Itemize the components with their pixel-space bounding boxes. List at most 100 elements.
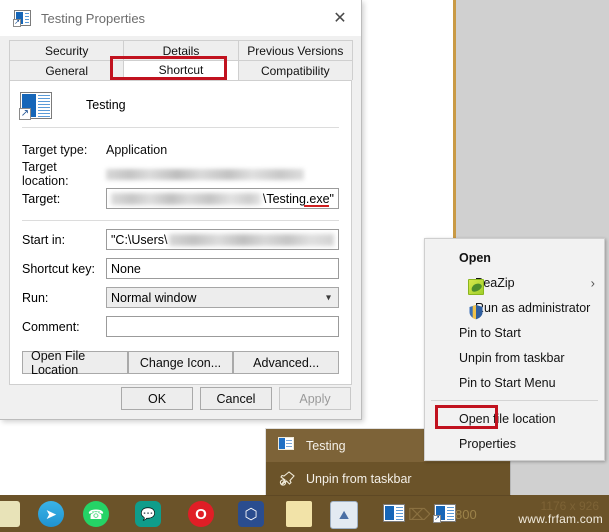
ghost-overlay-plot-icon: ⌦ bbox=[408, 507, 431, 524]
dialog-footer-buttons: OK Cancel Apply bbox=[121, 387, 351, 410]
whatsapp-icon: ☎ bbox=[83, 501, 109, 527]
tab-label: Previous Versions bbox=[247, 43, 344, 58]
context-menu-separator bbox=[431, 400, 598, 401]
taskbar-icon-app-partial[interactable] bbox=[0, 501, 20, 527]
target-type-label: Target type: bbox=[22, 143, 88, 157]
field-start-in: Start in: "C:\Users\ bbox=[22, 229, 339, 250]
tab-label: Security bbox=[44, 43, 89, 58]
title-icon-lines bbox=[24, 13, 29, 24]
run-value: Normal window bbox=[111, 290, 197, 305]
context-menu-item-pin-to-start-menu[interactable]: Pin to Start Menu bbox=[425, 370, 604, 395]
taskbar-icon-virtualbox[interactable]: ⬡ bbox=[238, 501, 264, 527]
taskbar-icon-photos[interactable]: ⛰ bbox=[330, 501, 358, 529]
target-type-value: Application bbox=[106, 143, 168, 157]
tab-security[interactable]: Security bbox=[9, 40, 125, 60]
field-shortcut-key: Shortcut key: None bbox=[22, 258, 339, 279]
messaging-icon: 💬 bbox=[135, 501, 161, 527]
app-icon bbox=[0, 501, 20, 527]
taskbar-icon-document[interactable] bbox=[383, 504, 405, 522]
open-file-location-button[interactable]: Open File Location bbox=[22, 349, 128, 377]
tab-row-bottom: General Shortcut Compatibility bbox=[9, 60, 353, 80]
doc-lines bbox=[286, 440, 292, 447]
document-icon-frame bbox=[383, 504, 405, 522]
doc-blue bbox=[279, 438, 285, 449]
target-input[interactable]: \Testing.exe" bbox=[106, 188, 339, 209]
target-redacted-value bbox=[111, 192, 261, 205]
virtualbox-glyph: ⬡ bbox=[244, 505, 258, 523]
chevron-right-icon: › bbox=[590, 275, 595, 290]
context-menu-item-properties[interactable]: Properties bbox=[425, 431, 604, 456]
tab-label: Compatibility bbox=[260, 63, 330, 78]
shortcut-window-icon: ↗ bbox=[433, 504, 456, 523]
close-icon[interactable]: ✕ bbox=[319, 0, 361, 34]
field-run: Run: Normal window ▾ bbox=[22, 287, 339, 308]
apply-button: Apply bbox=[279, 387, 351, 410]
tab-general[interactable]: General bbox=[9, 60, 125, 80]
shortcut-action-buttons: Open File Location Change Icon... Advanc… bbox=[22, 349, 340, 377]
opera-icon: O bbox=[188, 501, 214, 527]
dialog-titlebar[interactable]: ↗ Testing Properties ✕ bbox=[0, 0, 361, 36]
context-menu-item-label: Open bbox=[459, 250, 491, 265]
document-icon-shape bbox=[278, 437, 294, 450]
taskbar-icon-messaging[interactable]: 💬 bbox=[135, 501, 161, 527]
tab-details[interactable]: Details bbox=[123, 40, 239, 60]
tab-previous-versions[interactable]: Previous Versions bbox=[237, 40, 353, 60]
taskbar-icon-telegram[interactable]: ➤ bbox=[38, 501, 64, 527]
run-select[interactable]: Normal window ▾ bbox=[106, 287, 339, 308]
jump-list-item-label: Unpin from taskbar bbox=[306, 471, 412, 486]
context-menu-item-open-file-location[interactable]: Open file location bbox=[425, 406, 604, 431]
document-icon-lines bbox=[396, 507, 403, 520]
context-menu-item-open[interactable]: Open bbox=[425, 245, 604, 270]
watermark: www.frfam.com bbox=[518, 512, 603, 526]
ghost-overlay-dimension: 1176 x 926 bbox=[540, 499, 600, 513]
taskbar-icon-whatsapp[interactable]: ☎ bbox=[83, 501, 109, 527]
telegram-icon: ➤ bbox=[38, 501, 64, 527]
context-menu-item-peazip[interactable]: PeaZip › bbox=[425, 270, 604, 295]
taskbar[interactable]: ➤ ☎ 💬 O ⬡ ⛰ ↗ ⌦ 800 1176 x 926 www.frfam… bbox=[0, 495, 609, 532]
context-menu-item-unpin-from-taskbar[interactable]: Unpin from taskbar bbox=[425, 345, 604, 370]
photos-glyph: ⛰ bbox=[338, 508, 350, 522]
jump-list-item-label: Testing bbox=[306, 438, 346, 453]
dialog-tab-strip[interactable]: Security Details Previous Versions Gener… bbox=[9, 40, 353, 80]
document-icon-blue bbox=[385, 506, 395, 520]
jump-list-item-unpin[interactable]: Unpin from taskbar bbox=[266, 462, 510, 495]
shortcut-window-icon: ↗ bbox=[19, 91, 52, 120]
context-menu[interactable]: Open PeaZip › Run as administrator Pin t… bbox=[424, 238, 605, 461]
properties-dialog[interactable]: ↗ Testing Properties ✕ Security Details … bbox=[0, 0, 362, 420]
taskbar-icon-opera[interactable]: O bbox=[188, 501, 214, 527]
comment-input[interactable] bbox=[106, 316, 339, 337]
tab-compatibility[interactable]: Compatibility bbox=[237, 60, 353, 80]
taskbar-icon-testing-shortcut[interactable]: ↗ bbox=[433, 504, 456, 523]
shortcut-item-icon: ↗ bbox=[19, 91, 52, 120]
opera-glyph: O bbox=[195, 505, 207, 523]
tab-label: Shortcut bbox=[158, 63, 204, 77]
item-icon-lines bbox=[37, 94, 50, 117]
cancel-button[interactable]: Cancel bbox=[200, 387, 272, 410]
ok-button[interactable]: OK bbox=[121, 387, 193, 410]
tab-shortcut[interactable]: Shortcut bbox=[123, 60, 239, 80]
shortcut-arrow-icon: ↗ bbox=[433, 515, 441, 523]
shortcut-key-input[interactable]: None bbox=[106, 258, 339, 279]
taskbar-icon-sticky-notes[interactable] bbox=[286, 501, 312, 527]
target-location-label: Target location: bbox=[22, 160, 69, 188]
start-in-label: Start in: bbox=[22, 232, 66, 247]
start-in-input[interactable]: "C:\Users\ bbox=[106, 229, 339, 250]
virtualbox-icon: ⬡ bbox=[238, 501, 264, 527]
unpin-icon bbox=[278, 470, 295, 487]
change-icon-button[interactable]: Change Icon... bbox=[127, 351, 234, 374]
field-target: Target: \Testing.exe" bbox=[22, 188, 339, 209]
context-menu-item-run-as-administrator[interactable]: Run as administrator bbox=[425, 295, 604, 320]
peazip-icon bbox=[468, 279, 484, 295]
messaging-glyph: 💬 bbox=[140, 507, 156, 521]
context-menu-item-label: Unpin from taskbar bbox=[459, 350, 565, 365]
advanced-button[interactable]: Advanced... bbox=[233, 351, 340, 374]
target-value-suffix: \Testing.exe" bbox=[262, 191, 334, 206]
shortcut-icon-lines bbox=[447, 507, 454, 520]
context-menu-item-label: Run as administrator bbox=[475, 300, 591, 315]
context-menu-item-pin-to-start[interactable]: Pin to Start bbox=[425, 320, 604, 345]
whatsapp-glyph: ☎ bbox=[87, 506, 105, 522]
divider bbox=[22, 220, 339, 221]
shortcut-window-icon: ↗ bbox=[13, 10, 31, 27]
tab-label: Details bbox=[162, 43, 200, 58]
spellcheck-underline bbox=[304, 205, 329, 207]
